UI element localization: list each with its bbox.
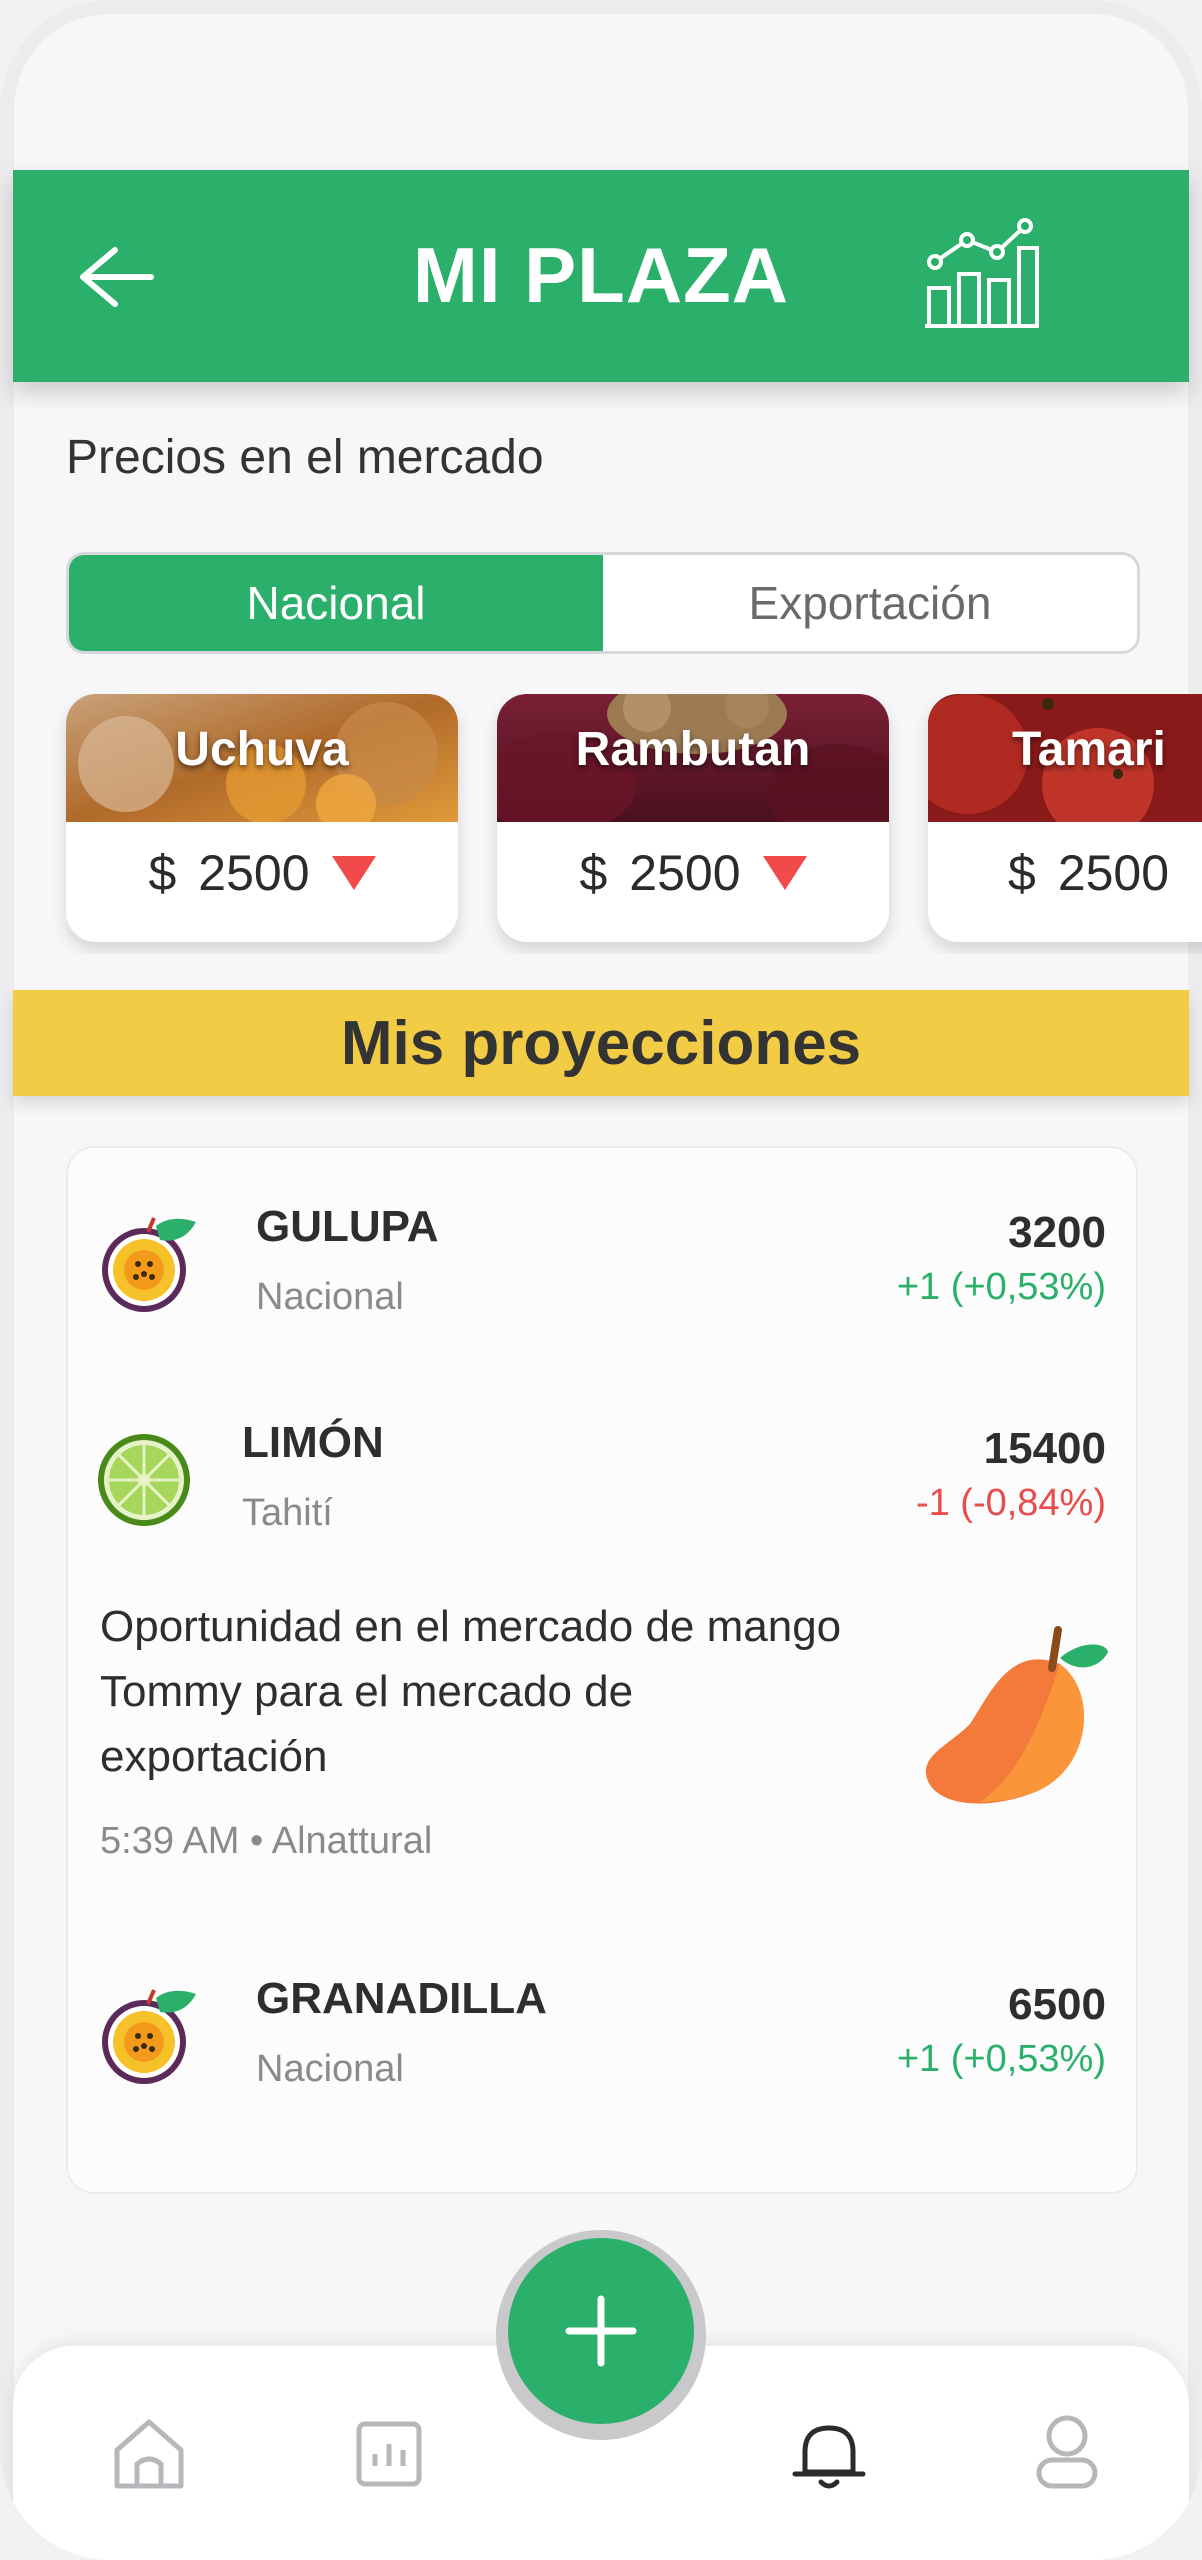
add-button[interactable] xyxy=(508,2238,694,2424)
price-amount: 2500 xyxy=(1057,845,1170,901)
price-card-rambutan[interactable]: Rambutan $ 2500 xyxy=(497,694,889,942)
currency-symbol: $ xyxy=(1008,845,1036,901)
mango-icon xyxy=(925,1626,1108,1804)
bar-chart-trend-icon[interactable] xyxy=(923,218,1041,330)
item-value: 6500 xyxy=(1008,1980,1106,2029)
passionfruit-icon xyxy=(102,1217,196,1312)
item-name: GRANADILLA xyxy=(256,1974,547,2023)
tab-nacional[interactable]: Nacional xyxy=(69,555,603,651)
app-header: MI PLAZA xyxy=(13,170,1189,382)
projections-list: GULUPA Nacional 3200 +1 (+0,53%) LIMÓN T… xyxy=(66,1146,1138,2194)
passionfruit-icon xyxy=(102,1989,196,2084)
trend-down-icon xyxy=(762,856,807,890)
market-segment-control: Nacional Exportación xyxy=(66,552,1140,654)
price-carousel[interactable]: Uchuva $ 2500 Rambutan $ 2500 Tamari $ 2… xyxy=(0,694,1202,954)
news-meta: 5:39 AM • Alnattural xyxy=(100,1820,433,1862)
phone-screen: MI PLAZA Precios en el mercado Nacional … xyxy=(0,0,1202,2560)
item-change: -1 (-0,84%) xyxy=(915,1482,1106,1524)
stats-icon[interactable] xyxy=(351,2416,431,2496)
item-name: GULUPA xyxy=(256,1202,439,1251)
price-card-name: Rambutan xyxy=(575,723,811,776)
bell-icon[interactable] xyxy=(789,2414,869,2494)
user-icon[interactable] xyxy=(1027,2412,1107,2492)
currency-symbol: $ xyxy=(579,845,608,901)
item-value: 15400 xyxy=(983,1424,1106,1473)
trend-down-icon xyxy=(331,856,376,890)
news-item[interactable]: Oportunidad en el mercado de mango Tommy… xyxy=(100,1594,1110,1894)
market-section-label: Precios en el mercado xyxy=(66,431,544,484)
price-card-uchuva[interactable]: Uchuva $ 2500 xyxy=(66,694,458,942)
plus-icon xyxy=(565,2295,637,2367)
news-text: Oportunidad en el mercado de mango Tommy… xyxy=(100,1602,842,1781)
price-card-value: $ 2500 xyxy=(497,844,889,902)
projections-banner: Mis proyecciones xyxy=(13,990,1189,1096)
home-icon[interactable] xyxy=(109,2414,189,2494)
price-card-value: $ 2500 xyxy=(66,844,458,902)
price-card-name: Uchuva xyxy=(175,723,349,776)
item-subtitle: Tahití xyxy=(242,1492,333,1534)
price-card-name: Tamari xyxy=(1012,723,1166,776)
item-subtitle: Nacional xyxy=(256,2048,404,2090)
item-change: +1 (+0,53%) xyxy=(896,1266,1106,1308)
item-subtitle: Nacional xyxy=(256,1276,404,1318)
item-value: 3200 xyxy=(1008,1208,1106,1257)
price-amount: 2500 xyxy=(198,845,310,901)
price-amount: 2500 xyxy=(629,845,741,901)
currency-symbol: $ xyxy=(148,845,177,901)
price-card-tamarillo[interactable]: Tamari $ 2500 xyxy=(928,694,1202,942)
item-name: LIMÓN xyxy=(242,1418,384,1467)
tab-exportacion[interactable]: Exportación xyxy=(603,555,1137,651)
lime-icon xyxy=(98,1434,190,1526)
item-change: +1 (+0,53%) xyxy=(896,2038,1106,2080)
price-card-value: $ 2500 xyxy=(928,844,1202,902)
